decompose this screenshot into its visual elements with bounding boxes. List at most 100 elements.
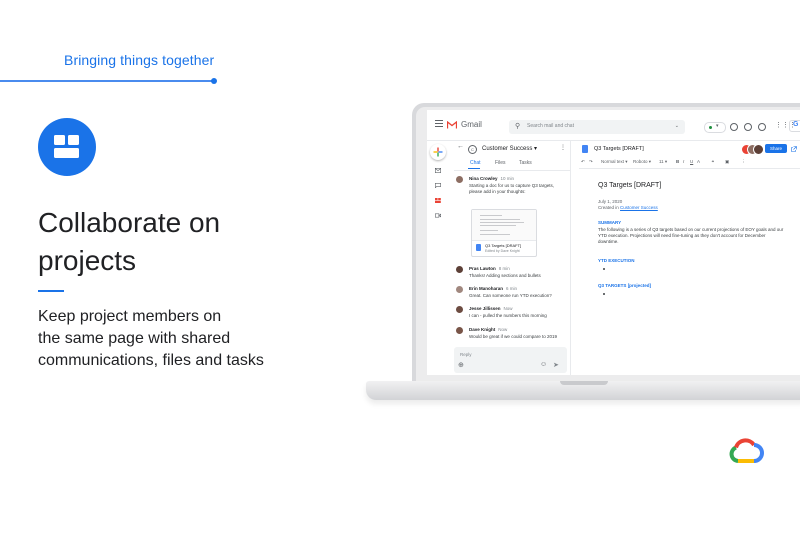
doc-attachment-card[interactable]: Q3 Targets [DRAFT] Edited by Dave Knight (471, 209, 537, 257)
message-sender: Erin Manoharan 6 min (469, 286, 518, 291)
undo-icon[interactable]: ↶ (581, 159, 585, 165)
headline: Collaborate on projects (38, 204, 338, 280)
search-icon: ⚲ (515, 123, 521, 130)
emoji-icon[interactable]: ☺ (540, 361, 547, 368)
share-button[interactable]: Share (765, 144, 787, 153)
compose-plus-icon (433, 147, 443, 157)
avatar (456, 266, 463, 273)
search-placeholder: Search mail and chat (527, 123, 574, 129)
tasks-board-icon (38, 118, 96, 176)
mail-icon[interactable] (435, 168, 441, 173)
section-divider (38, 290, 64, 292)
active-tab-indicator (468, 168, 480, 169)
message-text: Would be great if we could compare to 20… (469, 334, 557, 339)
message-text: I can - pulled the numbers this morning (469, 313, 547, 318)
summary-text: downtime. (598, 239, 619, 244)
room-title[interactable]: Customer Success ▾ (482, 145, 537, 152)
doc-title[interactable]: Q3 Targets [DRAFT] (594, 146, 644, 152)
bold-button[interactable]: B (676, 159, 679, 164)
rooms-icon[interactable] (435, 198, 441, 203)
chat-panel: ← C Customer Success ▾ ⋮ Chat Files Task… (454, 140, 571, 375)
message-time: Now (498, 327, 508, 332)
chat-icon[interactable] (435, 183, 441, 188)
gmail-topbar: Gmail ⚲ Search mail and chat ⌄ ▾ ⋮⋮⋮ G (427, 110, 800, 141)
chat-header: ← C Customer Success ▾ ⋮ (454, 140, 570, 158)
doc-body-title: Q3 Targets [DRAFT] (598, 182, 662, 189)
message-time: Now (503, 306, 513, 311)
menu-icon[interactable] (435, 120, 443, 127)
doc-thumbnail (472, 210, 536, 241)
laptop-notch (560, 381, 608, 385)
avatar (456, 176, 463, 183)
bullet (603, 293, 605, 295)
more-options-icon[interactable]: ⋮ (560, 144, 566, 151)
body-text: Keep project members on the same page wi… (38, 306, 338, 372)
image-icon[interactable]: ▣ (725, 159, 729, 165)
add-icon[interactable]: ⊕ (458, 361, 464, 369)
attachment-title: Q3 Targets [DRAFT] (485, 243, 522, 248)
message-text: please add in your thoughts: (469, 189, 526, 194)
docs-file-icon (476, 244, 481, 251)
body-line-2: the same page with shared (38, 330, 231, 347)
message-sender: Nina Crowley 10 min (469, 176, 515, 181)
send-icon[interactable]: ➤ (553, 361, 559, 369)
message-sender: Dave Knight Now (469, 327, 508, 332)
message-text: Thanks! Adding sections and bullets (469, 273, 541, 278)
summary-heading: SUMMARY (598, 220, 622, 225)
headline-line-1: Collaborate on (38, 207, 221, 238)
font-size-select[interactable]: 11 ▾ (659, 159, 667, 165)
eyebrow-dot (211, 78, 217, 84)
reply-input[interactable]: Reply ⊕ ☺ ➤ (454, 347, 567, 373)
headline-line-2: projects (38, 245, 137, 276)
summary-text: YTD execution. Projections will need fin… (598, 233, 766, 238)
reply-placeholder: Reply (460, 352, 472, 357)
compose-button[interactable] (430, 144, 446, 160)
tab-tasks[interactable]: Tasks (519, 160, 532, 166)
status-chip[interactable]: ▾ (704, 122, 726, 133)
style-select[interactable]: Normal text ▾ (601, 159, 628, 165)
message-time: 10 min (500, 176, 515, 181)
body-line-1: Keep project members on (38, 308, 222, 325)
room-icon: C (468, 145, 477, 154)
avatar (456, 306, 463, 313)
settings-gear-icon[interactable] (758, 123, 766, 131)
attachment-subtitle: Edited by Dave Knight (485, 249, 520, 253)
avatar (753, 144, 764, 155)
meet-video-icon[interactable] (435, 213, 441, 218)
docs-logo-icon (582, 145, 588, 153)
more-options-icon[interactable]: ⋮ (741, 159, 746, 165)
tab-chat[interactable]: Chat (470, 160, 481, 166)
text-color-icon[interactable]: A (697, 159, 700, 164)
redo-icon[interactable]: ↷ (589, 159, 593, 165)
message-sender: Jesse Jillissen Now (469, 306, 513, 311)
search-input[interactable]: ⚲ Search mail and chat ⌄ (509, 120, 685, 134)
font-select[interactable]: Roboto ▾ (633, 159, 651, 165)
avatar (456, 286, 463, 293)
open-in-new-icon[interactable] (791, 146, 797, 152)
eyebrow-title: Bringing things together (64, 52, 215, 68)
avatar (456, 327, 463, 334)
doc-toolbar: ↶ ↷ Normal text ▾ Roboto ▾ 11 ▾ B I U A … (579, 157, 800, 169)
feedback-icon[interactable] (730, 123, 738, 131)
tab-files[interactable]: Files (495, 160, 506, 166)
doc-created-line: Created in Customer Success (598, 205, 658, 210)
account-badge[interactable]: G (789, 120, 800, 132)
gmail-app-name: Gmail (461, 120, 482, 129)
help-icon[interactable] (744, 123, 752, 131)
doc-panel: Q3 Targets [DRAFT] Share ↶ ↷ Normal text… (575, 140, 800, 375)
google-cloud-logo-icon (729, 438, 764, 463)
ytd-heading: YTD EXECUTION (598, 258, 635, 263)
back-arrow-icon[interactable]: ← (457, 143, 464, 150)
eyebrow-underline (0, 80, 214, 82)
collaborator-avatars (741, 144, 765, 155)
created-in-link[interactable]: Customer Success (620, 205, 658, 210)
gmail-logo-icon (447, 121, 457, 129)
search-options-icon[interactable]: ⌄ (675, 123, 679, 129)
message-text: Great. Can someone run YTD execution? (469, 293, 552, 298)
chat-tabs: Chat Files Tasks (454, 158, 570, 171)
underline-button[interactable]: U (690, 159, 693, 164)
italic-button[interactable]: I (683, 159, 684, 164)
link-icon[interactable]: ⚭ (711, 159, 715, 165)
laptop-screen: Gmail ⚲ Search mail and chat ⌄ ▾ ⋮⋮⋮ G ← (427, 110, 800, 375)
q3-heading: Q3 TARGETS [projected] (598, 283, 651, 288)
